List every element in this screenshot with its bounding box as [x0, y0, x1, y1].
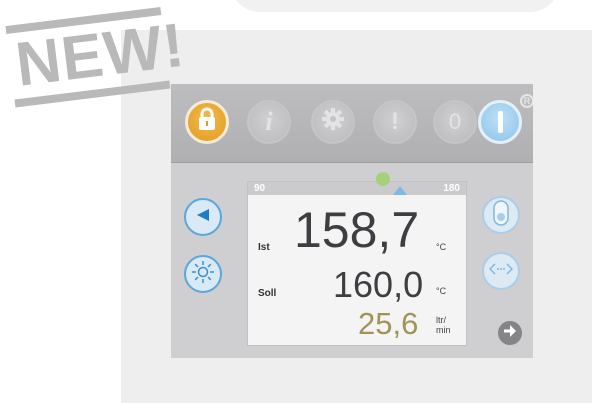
lock-button[interactable]: [185, 100, 229, 144]
flow-unit-top: ltr/: [436, 315, 446, 325]
actual-label: Ist: [258, 242, 270, 253]
transfer-button[interactable]: [482, 252, 520, 290]
setpoint-marker: [393, 186, 407, 195]
actual-value: 158,7: [294, 202, 420, 258]
alert-button[interactable]: !: [373, 100, 417, 144]
temperature-scale: 90 180: [248, 182, 466, 195]
start-button[interactable]: [184, 198, 222, 236]
toggle-icon: [492, 199, 510, 231]
device-edge: [230, 0, 560, 12]
flow-value: 25,6: [358, 306, 419, 341]
actual-value-marker: [376, 172, 390, 186]
flow-unit-bottom: min: [436, 325, 451, 335]
light-button[interactable]: [184, 255, 222, 293]
new-stamp: NEW!: [5, 3, 189, 114]
value-display: 90 180 Ist 158,7 °C Soll 160,0 °C 25,6 l…: [248, 172, 466, 345]
gear-icon: [321, 107, 345, 138]
actual-unit: °C: [436, 242, 447, 252]
next-button[interactable]: [498, 321, 522, 345]
power-icon: [497, 111, 503, 133]
transfer-icon: [488, 262, 514, 281]
controller-screen: i ! 0 R 90 180 Ist 158,7 °C Soll 160,0 °…: [171, 84, 533, 358]
setpoint-label: Soll: [258, 288, 277, 299]
scale-min: 90: [254, 183, 266, 194]
setpoint-value: 160,0: [333, 264, 424, 305]
arrow-right-icon: [503, 324, 517, 343]
info-icon: i: [265, 107, 273, 136]
alert-icon: !: [391, 108, 399, 135]
toggle-button[interactable]: [482, 196, 520, 234]
registered-mark-text: R: [523, 96, 531, 106]
settings-button[interactable]: [311, 100, 355, 144]
sun-icon: [191, 260, 215, 289]
power-on-button[interactable]: [478, 100, 522, 144]
off-label: 0: [448, 109, 462, 134]
top-button-bar: i ! 0 R: [171, 84, 533, 163]
setpoint-unit: °C: [436, 286, 447, 296]
scale-max: 180: [443, 183, 460, 194]
registered-mark: R: [520, 94, 533, 108]
lock-icon: [197, 107, 217, 138]
off-button[interactable]: 0: [433, 100, 477, 144]
info-button[interactable]: i: [247, 100, 291, 144]
play-icon: [193, 205, 213, 230]
